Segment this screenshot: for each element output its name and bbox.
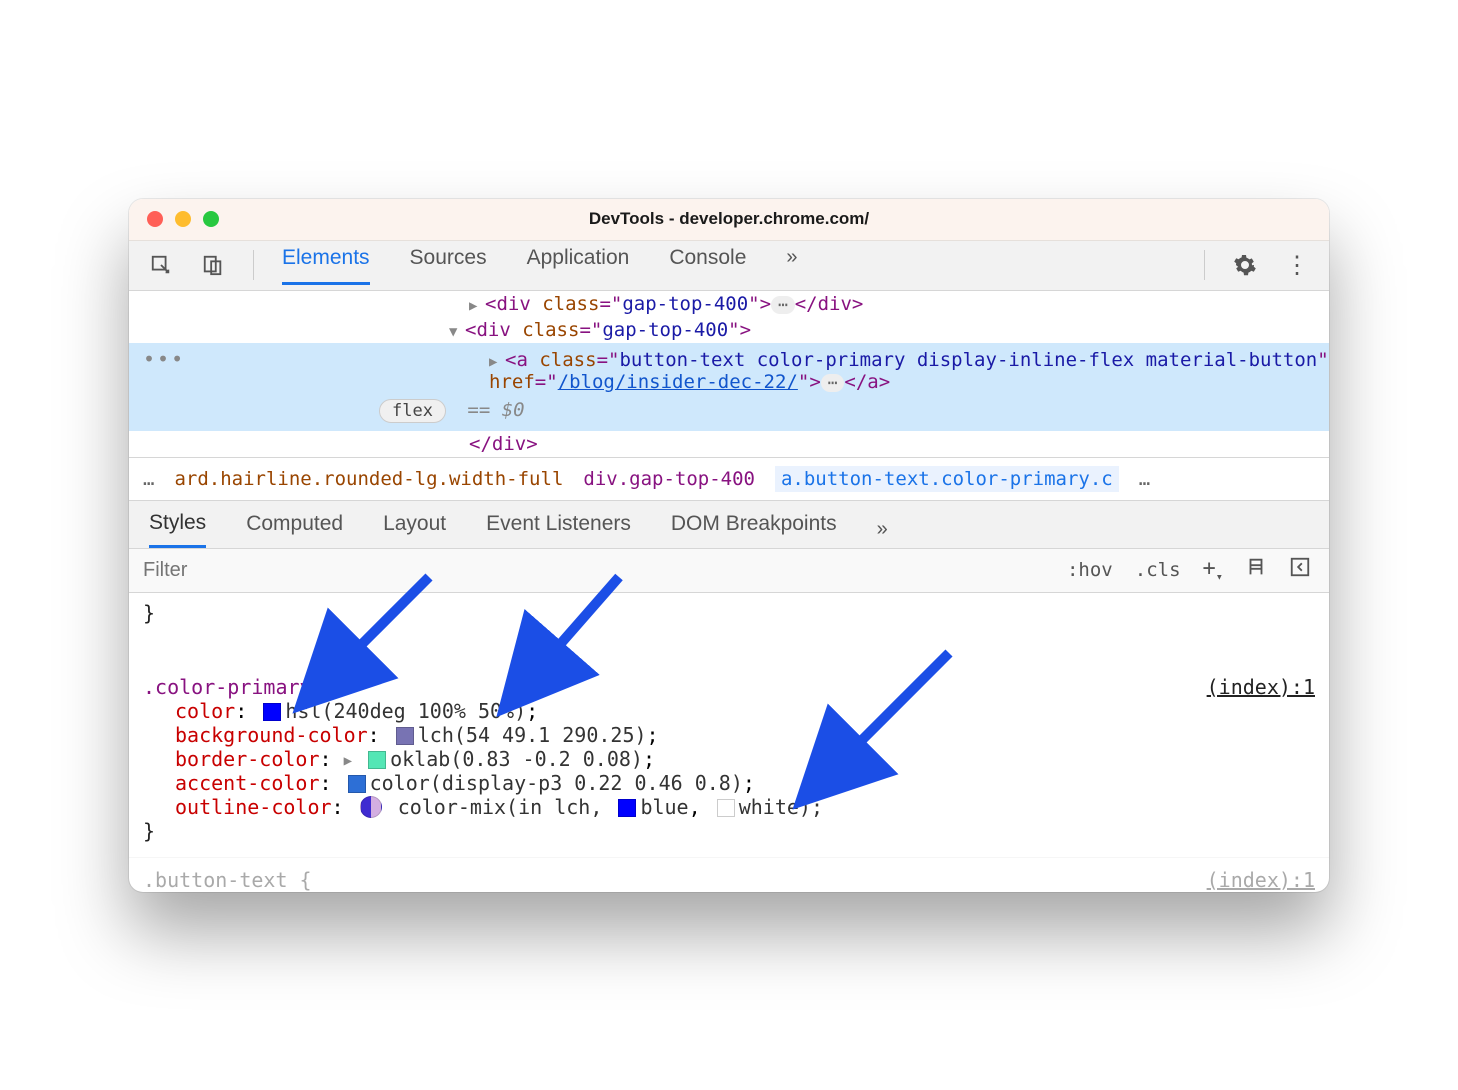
flex-badge[interactable]: flex <box>379 399 446 423</box>
selected-element-row[interactable]: ••• ▶<a class="button-text color-primary… <box>129 343 1329 431</box>
dom-tree: ▶<div class="gap-top-400">⋯</div> ▼<div … <box>129 291 1329 458</box>
subtab-styles[interactable]: Styles <box>149 511 206 548</box>
ellipsis-badge[interactable]: ⋯ <box>821 374 845 392</box>
color-swatch-icon[interactable] <box>618 799 636 817</box>
context-dots-icon[interactable]: ••• <box>143 347 185 371</box>
zoom-icon[interactable] <box>203 211 219 227</box>
more-tabs-icon[interactable]: » <box>786 246 793 285</box>
cutoff-rule: .button-text { (index):1 <box>129 857 1329 892</box>
color-swatch-icon[interactable] <box>348 775 366 793</box>
brace-close: } <box>143 819 1315 843</box>
color-swatch-icon[interactable] <box>368 751 386 769</box>
tree-row[interactable]: ▼<div class="gap-top-400"> <box>129 317 1329 343</box>
css-declaration[interactable]: outline-color: color-mix(in lch, blue, w… <box>143 795 1315 819</box>
cls-toggle[interactable]: .cls <box>1135 559 1181 581</box>
rule-selector[interactable]: .color-primary { (index):1 <box>143 675 1315 699</box>
color-mix-swatch-icon[interactable] <box>360 796 382 818</box>
subtab-computed[interactable]: Computed <box>246 512 343 546</box>
crumb-item[interactable]: div.gap-top-400 <box>583 468 755 490</box>
styles-pane: } .color-primary { (index):1 color: hsl(… <box>129 593 1329 857</box>
titlebar: DevTools - developer.chrome.com/ <box>129 199 1329 241</box>
crumb-ellipsis[interactable]: … <box>1139 468 1150 490</box>
computed-sidebar-icon[interactable] <box>1289 556 1311 583</box>
inspect-icon[interactable] <box>149 253 173 277</box>
panel-tabs: Elements Sources Application Console » <box>282 246 1176 285</box>
main-toolbar: Elements Sources Application Console » ⋮ <box>129 241 1329 291</box>
css-declaration[interactable]: accent-color: color(display-p3 0.22 0.46… <box>143 771 1315 795</box>
css-declaration[interactable]: border-color: ▶ oklab(0.83 -0.2 0.08); <box>143 747 1315 771</box>
source-link[interactable]: (index):1 <box>1207 675 1315 699</box>
tree-row[interactable]: </div> <box>129 431 1329 457</box>
new-rule-icon[interactable]: +▾ <box>1203 556 1223 583</box>
crumb-ellipsis[interactable]: … <box>143 468 154 490</box>
traffic-lights <box>147 211 219 227</box>
subtab-layout[interactable]: Layout <box>383 512 446 546</box>
subtab-dom-breakpoints[interactable]: DOM Breakpoints <box>671 512 837 546</box>
css-declaration[interactable]: color: hsl(240deg 100% 50%); <box>143 699 1315 723</box>
css-declaration[interactable]: background-color: lch(54 49.1 290.25); <box>143 723 1315 747</box>
minimize-icon[interactable] <box>175 211 191 227</box>
tab-application[interactable]: Application <box>527 246 630 285</box>
color-swatch-icon[interactable] <box>717 799 735 817</box>
kebab-icon[interactable]: ⋮ <box>1285 253 1309 277</box>
filter-row: :hov .cls +▾ <box>129 549 1329 593</box>
styles-tabs: Styles Computed Layout Event Listeners D… <box>129 501 1329 549</box>
more-subtabs-icon[interactable]: » <box>877 518 884 541</box>
devtools-window: DevTools - developer.chrome.com/ Element… <box>129 199 1329 892</box>
tab-console[interactable]: Console <box>669 246 746 285</box>
console-ref: == $0 <box>467 399 524 421</box>
crumb-item-current[interactable]: a.button-text.color-primary.c <box>775 466 1119 492</box>
close-icon[interactable] <box>147 211 163 227</box>
subtab-event-listeners[interactable]: Event Listeners <box>486 512 631 546</box>
hov-toggle[interactable]: :hov <box>1067 559 1113 581</box>
brace-close: } <box>143 601 1315 625</box>
divider <box>1204 250 1205 280</box>
expand-tri-icon[interactable]: ▶ <box>344 753 352 769</box>
breadcrumb: … ard.hairline.rounded-lg.width-full div… <box>129 458 1329 501</box>
tree-row[interactable]: ▶<div class="gap-top-400">⋯</div> <box>129 291 1329 317</box>
ellipsis-badge[interactable]: ⋯ <box>771 296 795 314</box>
divider <box>253 250 254 280</box>
tab-elements[interactable]: Elements <box>282 246 370 285</box>
tab-sources[interactable]: Sources <box>410 246 487 285</box>
crumb-item[interactable]: ard.hairline.rounded-lg.width-full <box>174 468 563 490</box>
device-toggle-icon[interactable] <box>201 253 225 277</box>
color-swatch-icon[interactable] <box>396 727 414 745</box>
gear-icon[interactable] <box>1233 253 1257 277</box>
color-swatch-icon[interactable] <box>263 703 281 721</box>
color-format-icon[interactable] <box>1245 556 1267 583</box>
window-title: DevTools - developer.chrome.com/ <box>589 209 869 229</box>
filter-input[interactable] <box>129 549 1067 592</box>
